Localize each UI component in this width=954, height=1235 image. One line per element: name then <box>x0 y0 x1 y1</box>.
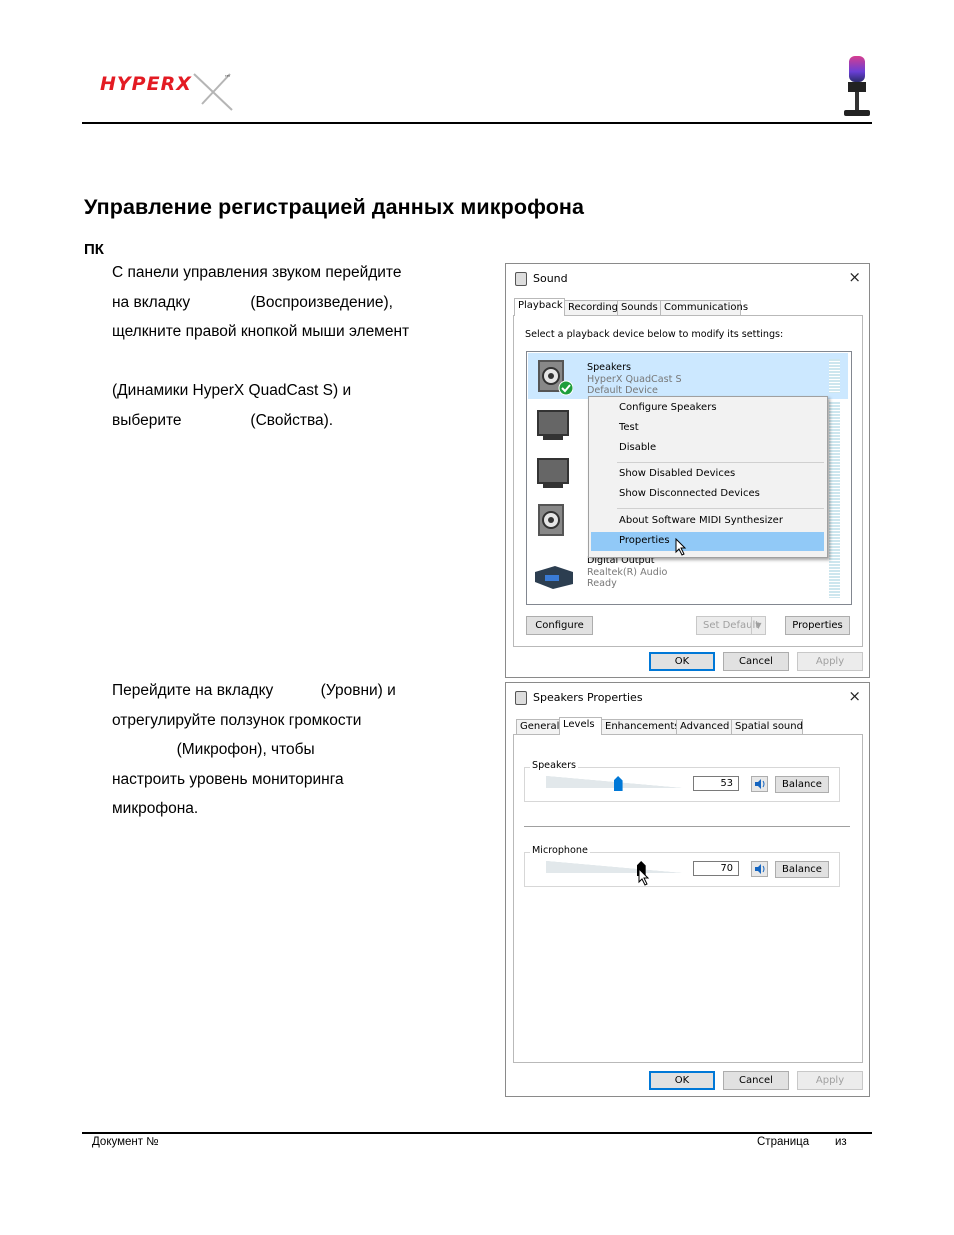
tab-communications[interactable]: Communications <box>660 300 748 315</box>
ok-button[interactable]: OK <box>649 652 715 671</box>
device-desc: Realtek(R) Audio <box>587 566 668 578</box>
step2-line: Перейдите на вкладку (Уровни) и <box>112 682 396 699</box>
levels-panel: Speakers 53 Balance Microphone 70 Balanc… <box>513 734 863 1063</box>
step2-line: (Микрофон), чтобы <box>112 741 315 759</box>
instruction-text: Select a playback device below to modify… <box>525 329 784 340</box>
device-desc: HyperX QuadCast S <box>587 373 682 385</box>
level-meter <box>829 359 840 393</box>
footer-page-label: Страница <box>757 1136 810 1148</box>
step1-text: С панели управления звуком перейдите на … <box>112 258 462 436</box>
ok-button[interactable]: OK <box>649 1071 715 1090</box>
digital-output-icon <box>535 566 573 589</box>
menu-item-about-midi[interactable]: About Software MIDI Synthesizer <box>619 515 783 526</box>
device-status: Default Device <box>587 385 658 396</box>
device-digital-output: Digital Output Realtek(R) Audio Ready <box>587 555 667 590</box>
tab-general[interactable]: General <box>516 719 560 734</box>
mouse-cursor-icon <box>675 538 687 556</box>
logo-tm: ™ <box>224 74 231 82</box>
device-name: Speakers <box>587 362 632 373</box>
step1-line <box>112 347 462 377</box>
device-speakers: Speakers HyperX QuadCast S Default Devic… <box>587 362 682 397</box>
footer-of-label: из <box>835 1136 847 1148</box>
cancel-button[interactable]: Cancel <box>723 652 789 671</box>
properties-button[interactable]: Properties <box>785 616 850 635</box>
menu-separator <box>617 462 824 463</box>
step1-line: щелкните правой кнопкой мыши элемент <box>112 323 410 341</box>
hyperx-logo: HYPERX ™ <box>98 68 238 117</box>
menu-item-show-disconnected[interactable]: Show Disconnected Devices <box>619 488 760 499</box>
footer-rule <box>82 1132 872 1134</box>
logo-text: HYPERX <box>100 73 192 95</box>
tab-advanced[interactable]: Advanced <box>676 719 732 734</box>
close-icon[interactable]: × <box>848 268 861 286</box>
tab-recording[interactable]: Recording <box>564 300 618 315</box>
cancel-button[interactable]: Cancel <box>723 1071 789 1090</box>
footer-document-number: Документ № <box>92 1136 159 1148</box>
step1-line: (Динамики HyperX QuadCast S) и <box>112 382 352 400</box>
microphone-slider-track[interactable] <box>546 861 682 873</box>
menu-separator <box>617 508 824 509</box>
chevron-down-icon: ▼ <box>751 617 765 634</box>
speaker-app-icon <box>515 272 527 286</box>
tab-levels[interactable]: Levels <box>559 717 602 735</box>
set-default-button[interactable]: Set Default ▼ <box>696 616 766 635</box>
microphone-level-input[interactable]: 70 <box>693 861 739 876</box>
apply-button[interactable]: Apply <box>797 1071 863 1090</box>
props-dialog-title: Speakers Properties <box>533 691 643 704</box>
monitor-device-icon <box>537 410 569 440</box>
speakers-label: Speakers <box>530 760 579 771</box>
speaker-mute-icon[interactable] <box>751 776 768 792</box>
sound-dialog-title: Sound <box>533 272 568 285</box>
tab-playback[interactable]: Playback <box>514 298 565 316</box>
apply-button[interactable]: Apply <box>797 652 863 671</box>
menu-item-properties[interactable]: Properties <box>619 535 670 546</box>
speakers-level-input[interactable]: 53 <box>693 776 739 791</box>
step2-text: Перейдите на вкладку (Уровни) и отрегули… <box>112 676 462 824</box>
step1-line: выберите (Свойства). <box>112 411 334 429</box>
menu-item-configure-speakers[interactable]: Configure Speakers <box>619 402 717 413</box>
device-status: Ready <box>587 578 617 589</box>
menu-item-disable[interactable]: Disable <box>619 442 656 453</box>
tab-sounds[interactable]: Sounds <box>617 300 661 315</box>
speakers-balance-button[interactable]: Balance <box>775 776 829 793</box>
level-meter <box>829 402 840 598</box>
speakers-properties-dialog: Speakers Properties × General Levels Enh… <box>505 682 870 1097</box>
divider <box>524 826 850 827</box>
speaker-app-icon <box>515 691 527 705</box>
tab-spatial-sound[interactable]: Spatial sound <box>731 719 803 734</box>
step2-line: настроить уровень мониторинга <box>112 770 344 788</box>
props-titlebar: Speakers Properties × <box>506 683 869 711</box>
header-rule <box>82 122 872 124</box>
configure-button[interactable]: Configure <box>526 616 593 635</box>
mouse-cursor-icon <box>638 868 649 886</box>
sound-titlebar: Sound × <box>506 264 869 292</box>
monitor-device-icon <box>537 458 569 488</box>
menu-item-show-disabled[interactable]: Show Disabled Devices <box>619 468 735 479</box>
microphone-balance-button[interactable]: Balance <box>775 861 829 878</box>
microphone-mute-icon[interactable] <box>751 861 768 877</box>
speaker-device-icon <box>538 360 573 396</box>
tab-enhancements[interactable]: Enhancements <box>601 719 679 734</box>
microphone-label: Microphone <box>530 845 590 856</box>
context-menu: Configure Speakers Test Disable Show Dis… <box>588 396 828 558</box>
step2-line: отрегулируйте ползунок громкости <box>112 711 362 729</box>
page-title: Управление регистрацией данных микрофона <box>84 195 585 219</box>
selected-device-row[interactable] <box>528 353 848 399</box>
step1-line: С панели управления звуком перейдите <box>112 264 402 281</box>
step2-line: микрофона. <box>112 800 199 818</box>
speaker-device-icon <box>538 504 564 536</box>
section-heading: ПК <box>84 241 104 258</box>
close-icon[interactable]: × <box>848 687 861 705</box>
microphone-icon <box>840 54 874 125</box>
step1-line: на вкладку (Воспроизведение), <box>112 293 393 311</box>
menu-item-test[interactable]: Test <box>619 422 639 433</box>
